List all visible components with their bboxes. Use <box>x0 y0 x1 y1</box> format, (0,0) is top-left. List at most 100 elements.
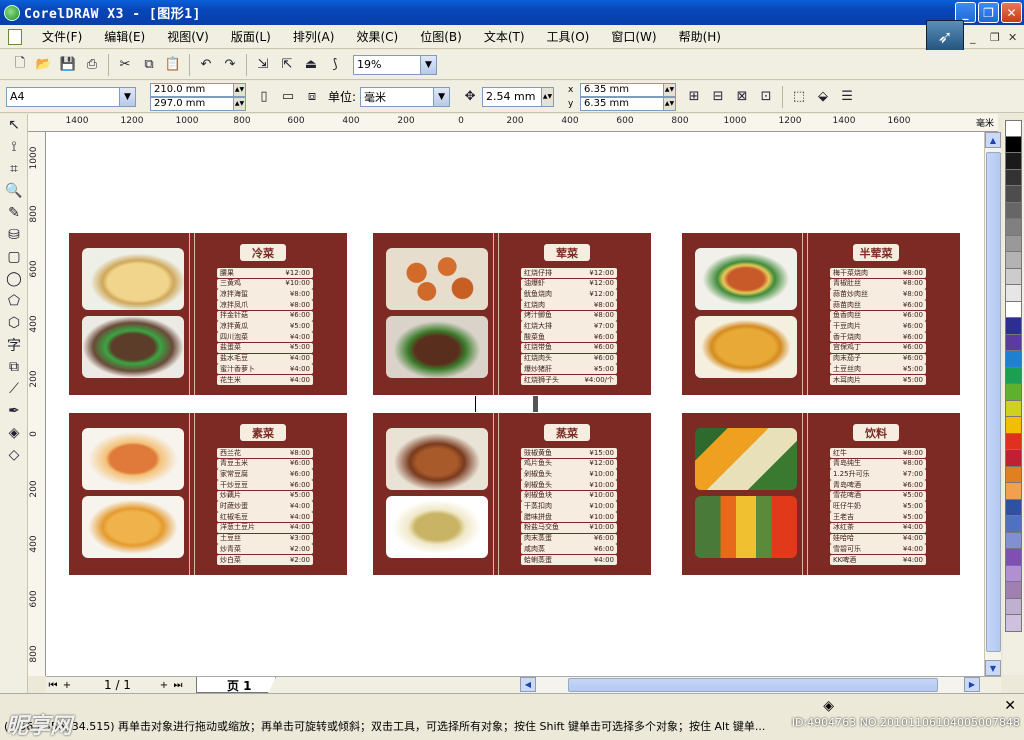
color-swatch[interactable] <box>1005 565 1022 582</box>
scroll-down-icon[interactable]: ▼ <box>985 660 1001 676</box>
color-swatch[interactable] <box>1005 433 1022 450</box>
menu-help[interactable]: 帮助(H) <box>671 28 729 45</box>
color-swatch[interactable] <box>1005 499 1022 516</box>
color-swatch[interactable] <box>1005 466 1022 483</box>
eyedropper-tool-icon[interactable]: ⟋ <box>3 378 25 400</box>
color-swatch[interactable] <box>1005 252 1022 269</box>
color-swatch[interactable] <box>1005 532 1022 549</box>
new-icon[interactable]: 🗋 <box>10 55 30 75</box>
scroll-up-icon[interactable]: ▲ <box>985 132 1001 148</box>
polygon-tool-icon[interactable]: ⬠ <box>3 290 25 312</box>
freehand-tool-icon[interactable]: ✎ <box>3 202 25 224</box>
undo-icon[interactable]: ↶ <box>196 55 216 75</box>
dish-photo[interactable] <box>82 316 184 378</box>
color-swatch[interactable] <box>1005 169 1022 186</box>
document-icon[interactable] <box>8 28 22 45</box>
copy-icon[interactable]: ⧉ <box>139 55 159 75</box>
scroll-right-icon[interactable]: ▶ <box>964 677 980 692</box>
horizontal-ruler[interactable]: 毫米 1400 1200 1000 800 600 400 200 0 200 400 600 800… <box>28 114 998 132</box>
options-icon[interactable]: ☰ <box>837 87 857 107</box>
menu-panel[interactable]: 荤菜 红烧仔排 ¥12:00 油爆虾 ¥12:00 鱿鱼烧肉 ¥12:00 红烧肉 ¥8:00 烤… <box>373 233 651 395</box>
page-width-input[interactable]: 210.0 mm ▲▼ <box>150 82 246 97</box>
dish-photo[interactable] <box>82 428 184 490</box>
vertical-scrollbar[interactable]: ▲ ▼ <box>984 132 1001 676</box>
color-swatch[interactable] <box>1005 285 1022 302</box>
pick-tool-icon[interactable]: ↖ <box>3 114 25 136</box>
outline-tool-icon[interactable]: ✒ <box>3 400 25 422</box>
color-swatch[interactable] <box>1005 417 1022 434</box>
color-swatch[interactable] <box>1005 318 1022 335</box>
no-outline-icon[interactable]: ✕ <box>1004 698 1016 714</box>
dish-photo[interactable] <box>386 428 488 490</box>
portrait-icon[interactable]: ▯ <box>254 87 274 107</box>
color-swatch[interactable] <box>1005 450 1022 467</box>
duplicate-y-input[interactable]: 6.35 mm ▲▼ <box>580 96 677 111</box>
color-swatch[interactable] <box>1005 549 1022 566</box>
color-swatch[interactable] <box>1005 582 1022 599</box>
vertical-scroll-thumb[interactable] <box>986 152 1001 652</box>
drawing-canvas[interactable]: 冷菜 腰果 ¥12:00 三黄鸡 ¥10:00 凉拌海蜇 ¥8:00 凉拌凤爪 ¥8:00 拌金针… <box>46 132 984 676</box>
paste-icon[interactable]: 📋 <box>163 55 183 75</box>
color-swatch[interactable] <box>1005 334 1022 351</box>
snap-objects-icon[interactable]: ⊠ <box>732 87 752 107</box>
drawing-scale-icon[interactable]: ⬙ <box>813 87 833 107</box>
color-swatch[interactable] <box>1005 516 1022 533</box>
color-swatch[interactable] <box>1005 384 1022 401</box>
no-color-swatch[interactable] <box>1005 120 1022 137</box>
color-swatch[interactable] <box>1005 615 1022 632</box>
snap-guidelines-icon[interactable]: ⊟ <box>708 87 728 107</box>
application-launcher-icon[interactable]: ⏏ <box>301 55 321 75</box>
dish-photo[interactable] <box>695 428 797 490</box>
menu-panel[interactable]: 冷菜 腰果 ¥12:00 三黄鸡 ¥10:00 凉拌海蜇 ¥8:00 凉拌凤爪 ¥8:00 拌金针… <box>69 233 347 395</box>
color-swatch[interactable] <box>1005 301 1022 318</box>
nudge-distance-input[interactable]: 2.54 mm ▲▼ <box>482 86 555 107</box>
smart-fill-tool-icon[interactable]: ⛁ <box>3 224 25 246</box>
redo-icon[interactable]: ↷ <box>220 55 240 75</box>
chevron-down-icon[interactable]: ▼ <box>433 87 450 106</box>
color-swatch[interactable] <box>1005 400 1022 417</box>
restore-button[interactable]: ❐ <box>978 2 999 23</box>
color-swatch[interactable] <box>1005 268 1022 285</box>
rectangle-tool-icon[interactable]: ▢ <box>3 246 25 268</box>
shape-tool-icon[interactable]: ⟟ <box>3 136 25 158</box>
zoom-level-select[interactable]: 19% ▼ <box>353 54 437 75</box>
page-options-icon[interactable]: ⧈ <box>302 87 322 107</box>
unit-select[interactable]: 毫米 ▼ <box>360 86 451 107</box>
text-tool-icon[interactable]: 字 <box>3 334 25 356</box>
menu-tools[interactable]: 工具(O) <box>539 28 598 45</box>
dish-photo[interactable] <box>695 496 797 558</box>
menu-effects[interactable]: 效果(C) <box>348 28 406 45</box>
print-icon[interactable]: ⎙ <box>82 55 102 75</box>
last-page-icon[interactable]: ⏭ <box>171 680 185 691</box>
import-icon[interactable]: ⇲ <box>253 55 273 75</box>
menu-panel[interactable]: 素菜 西兰花 ¥8:00 青豆玉米 ¥6:00 家常豆腐 ¥6:00 干炒豆豆 ¥6:00 炒藕片… <box>69 413 347 575</box>
doc-restore-icon[interactable]: ❐ <box>990 31 1000 44</box>
menu-layout[interactable]: 版面(L) <box>223 28 279 45</box>
menu-bitmaps[interactable]: 位图(B) <box>412 28 470 45</box>
color-swatch[interactable] <box>1005 598 1022 615</box>
dish-photo[interactable] <box>386 316 488 378</box>
vertical-ruler[interactable]: 1000 800 600 400 200 0 200 400 600 800 <box>28 132 46 676</box>
save-icon[interactable]: 💾 <box>58 55 78 75</box>
interactive-fill-tool-icon[interactable]: ◇ <box>3 444 25 466</box>
ellipse-tool-icon[interactable]: ◯ <box>3 268 25 290</box>
menu-panel[interactable]: 蒸菜 豉椒黄鱼 ¥15:00 鸡片鱼头 ¥12:00 剁椒鱼头 ¥10:00 剁椒鱼头 ¥10:… <box>373 413 651 575</box>
snap-grid-icon[interactable]: ⊞ <box>684 87 704 107</box>
color-swatch[interactable] <box>1005 351 1022 368</box>
color-swatch[interactable] <box>1005 202 1022 219</box>
menu-file[interactable]: 文件(F) <box>34 28 90 45</box>
cut-icon[interactable]: ✂ <box>115 55 135 75</box>
close-button[interactable]: ✕ <box>1001 2 1022 23</box>
color-swatch[interactable] <box>1005 219 1022 236</box>
horizontal-scrollbar[interactable]: ◀ ▶ <box>520 677 980 693</box>
horizontal-scroll-thumb[interactable] <box>568 678 938 692</box>
treat-as-filled-icon[interactable]: ⬚ <box>789 87 809 107</box>
landscape-icon[interactable]: ▭ <box>278 87 298 107</box>
menu-window[interactable]: 窗口(W) <box>603 28 664 45</box>
color-swatch[interactable] <box>1005 483 1022 500</box>
menu-text[interactable]: 文本(T) <box>476 28 533 45</box>
dish-photo[interactable] <box>386 248 488 310</box>
page-tab[interactable]: 页 1 <box>196 677 276 693</box>
duplicate-x-input[interactable]: 6.35 mm ▲▼ <box>580 82 677 97</box>
corel-online-icon[interactable]: ⟆ <box>325 55 345 75</box>
